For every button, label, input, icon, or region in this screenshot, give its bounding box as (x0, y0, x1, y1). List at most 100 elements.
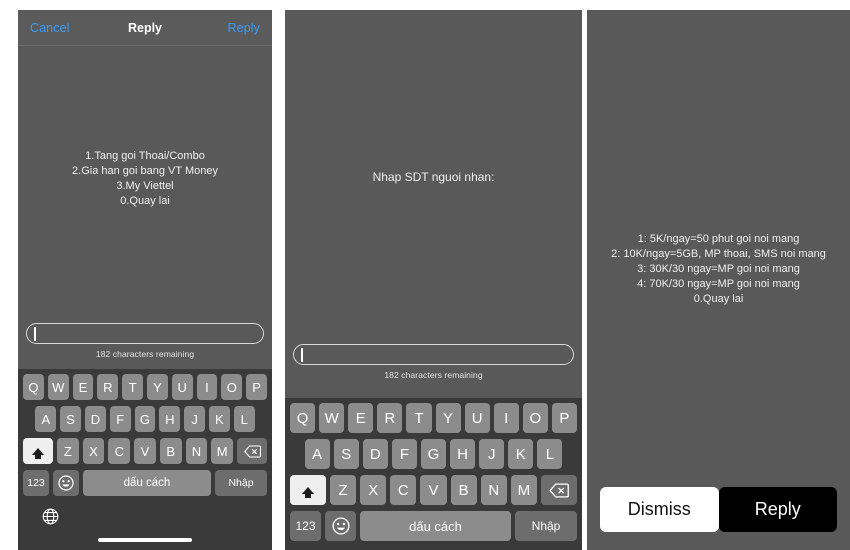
recipient-input[interactable] (293, 344, 574, 365)
message-line: 3: 30K/30 ngay=MP goi noi mang (637, 263, 800, 275)
phone-panel-3: 1: 5K/ngay=50 phut goi noi mang 2: 10K/n… (587, 10, 850, 550)
key-r[interactable]: R (377, 403, 403, 433)
phone-panel-2: Nhap SDT nguoi nhan: 182 characters rema… (285, 10, 582, 550)
message-line: 0.Quay lai (693, 293, 744, 305)
message-line: 2: 10K/ngay=5GB, MP thoai, SMS noi mang (611, 248, 826, 260)
key-a[interactable]: A (304, 439, 330, 469)
key-v[interactable]: V (134, 438, 156, 464)
cancel-button[interactable]: Cancel (30, 21, 70, 35)
message-text-panel-2: Nhap SDT nguoi nhan: (285, 170, 582, 185)
key-v[interactable]: V (420, 475, 447, 505)
message-line: 1.Tang goi Thoai/Combo (85, 150, 205, 162)
backspace-icon[interactable] (540, 475, 577, 505)
key-y[interactable]: Y (147, 374, 168, 400)
key-l[interactable]: L (233, 406, 255, 432)
reply-button[interactable]: Reply (718, 487, 837, 532)
keyboard-row-3: Z X C V B N M (288, 475, 579, 505)
home-indicator (98, 538, 192, 542)
enter-key[interactable]: Nhập (515, 511, 577, 541)
key-f[interactable]: F (109, 406, 131, 432)
key-k[interactable]: K (508, 439, 534, 469)
message-line: 3.My Viettel (116, 180, 174, 192)
compose-area-panel-2: 182 characters remaining (285, 344, 582, 380)
key-a[interactable]: A (35, 406, 57, 432)
key-m[interactable]: M (510, 475, 537, 505)
key-l[interactable]: L (537, 439, 563, 469)
key-m[interactable]: M (211, 438, 234, 464)
key-c[interactable]: C (390, 475, 417, 505)
key-s[interactable]: S (60, 406, 81, 432)
character-counter: 182 characters remaining (95, 349, 195, 359)
key-p[interactable]: P (551, 403, 577, 433)
shift-icon[interactable] (290, 475, 326, 505)
emoji-icon[interactable] (53, 470, 79, 496)
backspace-icon[interactable] (237, 438, 268, 464)
key-y[interactable]: Y (435, 403, 461, 433)
key-f[interactable]: F (391, 439, 417, 469)
key-h[interactable]: H (450, 439, 476, 469)
compose-area-panel-1: 182 characters remaining (18, 323, 272, 359)
keyboard-row-1: Q W E R T Y U I O P (21, 374, 269, 400)
key-c[interactable]: C (108, 438, 131, 464)
key-w[interactable]: W (47, 374, 69, 400)
dismiss-button[interactable]: Dismiss (600, 487, 719, 532)
key-d[interactable]: D (85, 406, 106, 432)
key-x[interactable]: X (360, 475, 387, 505)
key-b[interactable]: B (450, 475, 477, 505)
key-o[interactable]: O (522, 403, 548, 433)
key-g[interactable]: G (134, 406, 156, 432)
emoji-icon[interactable] (325, 511, 356, 541)
key-e[interactable]: E (348, 403, 374, 433)
key-n[interactable]: N (185, 438, 208, 464)
key-s[interactable]: S (333, 439, 359, 469)
navigation-bar: Cancel Reply Reply (18, 10, 272, 46)
keyboard-row-3: Z X C V B N M (21, 438, 269, 464)
message-line: 0.Quay lai (120, 195, 170, 207)
key-o[interactable]: O (221, 374, 243, 400)
key-z[interactable]: Z (330, 475, 357, 505)
key-n[interactable]: N (480, 475, 507, 505)
key-u[interactable]: U (464, 403, 490, 433)
message-text-panel-1: 1.Tang goi Thoai/Combo 2.Gia han goi ban… (18, 149, 272, 209)
character-counter: 182 characters remaining (384, 370, 483, 380)
key-i[interactable]: I (493, 403, 519, 433)
space-key[interactable]: dấu cách (360, 511, 511, 541)
reply-button[interactable]: Reply (228, 21, 260, 35)
screenshot-stage: Cancel Reply Reply 1.Tang goi Thoai/Comb… (0, 0, 850, 550)
text-caret (301, 348, 303, 362)
key-k[interactable]: K (208, 406, 230, 432)
key-d[interactable]: D (362, 439, 388, 469)
key-t[interactable]: T (406, 403, 432, 433)
shift-icon[interactable] (22, 438, 53, 464)
key-q[interactable]: Q (290, 403, 316, 433)
enter-key[interactable]: Nhập (215, 470, 267, 496)
key-q[interactable]: Q (23, 374, 44, 400)
key-e[interactable]: E (72, 374, 94, 400)
key-z[interactable]: Z (56, 438, 79, 464)
key-j[interactable]: J (479, 439, 505, 469)
keyboard-row-4: 123 dấu cách Nhập (288, 511, 579, 541)
message-line: 2.Gia han goi bang VT Money (72, 165, 218, 177)
key-p[interactable]: P (246, 374, 267, 400)
key-h[interactable]: H (159, 406, 181, 432)
key-t[interactable]: T (122, 374, 143, 400)
numbers-key[interactable]: 123 (23, 470, 49, 496)
message-line: Nhap SDT nguoi nhan: (372, 170, 495, 184)
keyboard-row-2: A S D F G H J K L (288, 439, 579, 469)
key-i[interactable]: I (196, 374, 218, 400)
keyboard-bottom-row (18, 506, 272, 550)
message-line: 1: 5K/ngay=50 phut goi noi mang (637, 233, 800, 245)
globe-icon[interactable] (42, 508, 59, 525)
onscreen-keyboard-panel-2[interactable]: Q W E R T Y U I O P A S D F G H J K L Z … (285, 398, 582, 550)
key-u[interactable]: U (171, 374, 193, 400)
phone-panel-1: Cancel Reply Reply 1.Tang goi Thoai/Comb… (18, 10, 272, 550)
numbers-key[interactable]: 123 (290, 511, 321, 541)
reply-input[interactable] (26, 323, 264, 344)
key-j[interactable]: J (184, 406, 205, 432)
key-r[interactable]: R (97, 374, 119, 400)
key-b[interactable]: B (159, 438, 182, 464)
space-key[interactable]: dấu cách (83, 470, 211, 496)
key-w[interactable]: W (319, 403, 345, 433)
key-g[interactable]: G (420, 439, 447, 469)
key-x[interactable]: X (82, 438, 105, 464)
